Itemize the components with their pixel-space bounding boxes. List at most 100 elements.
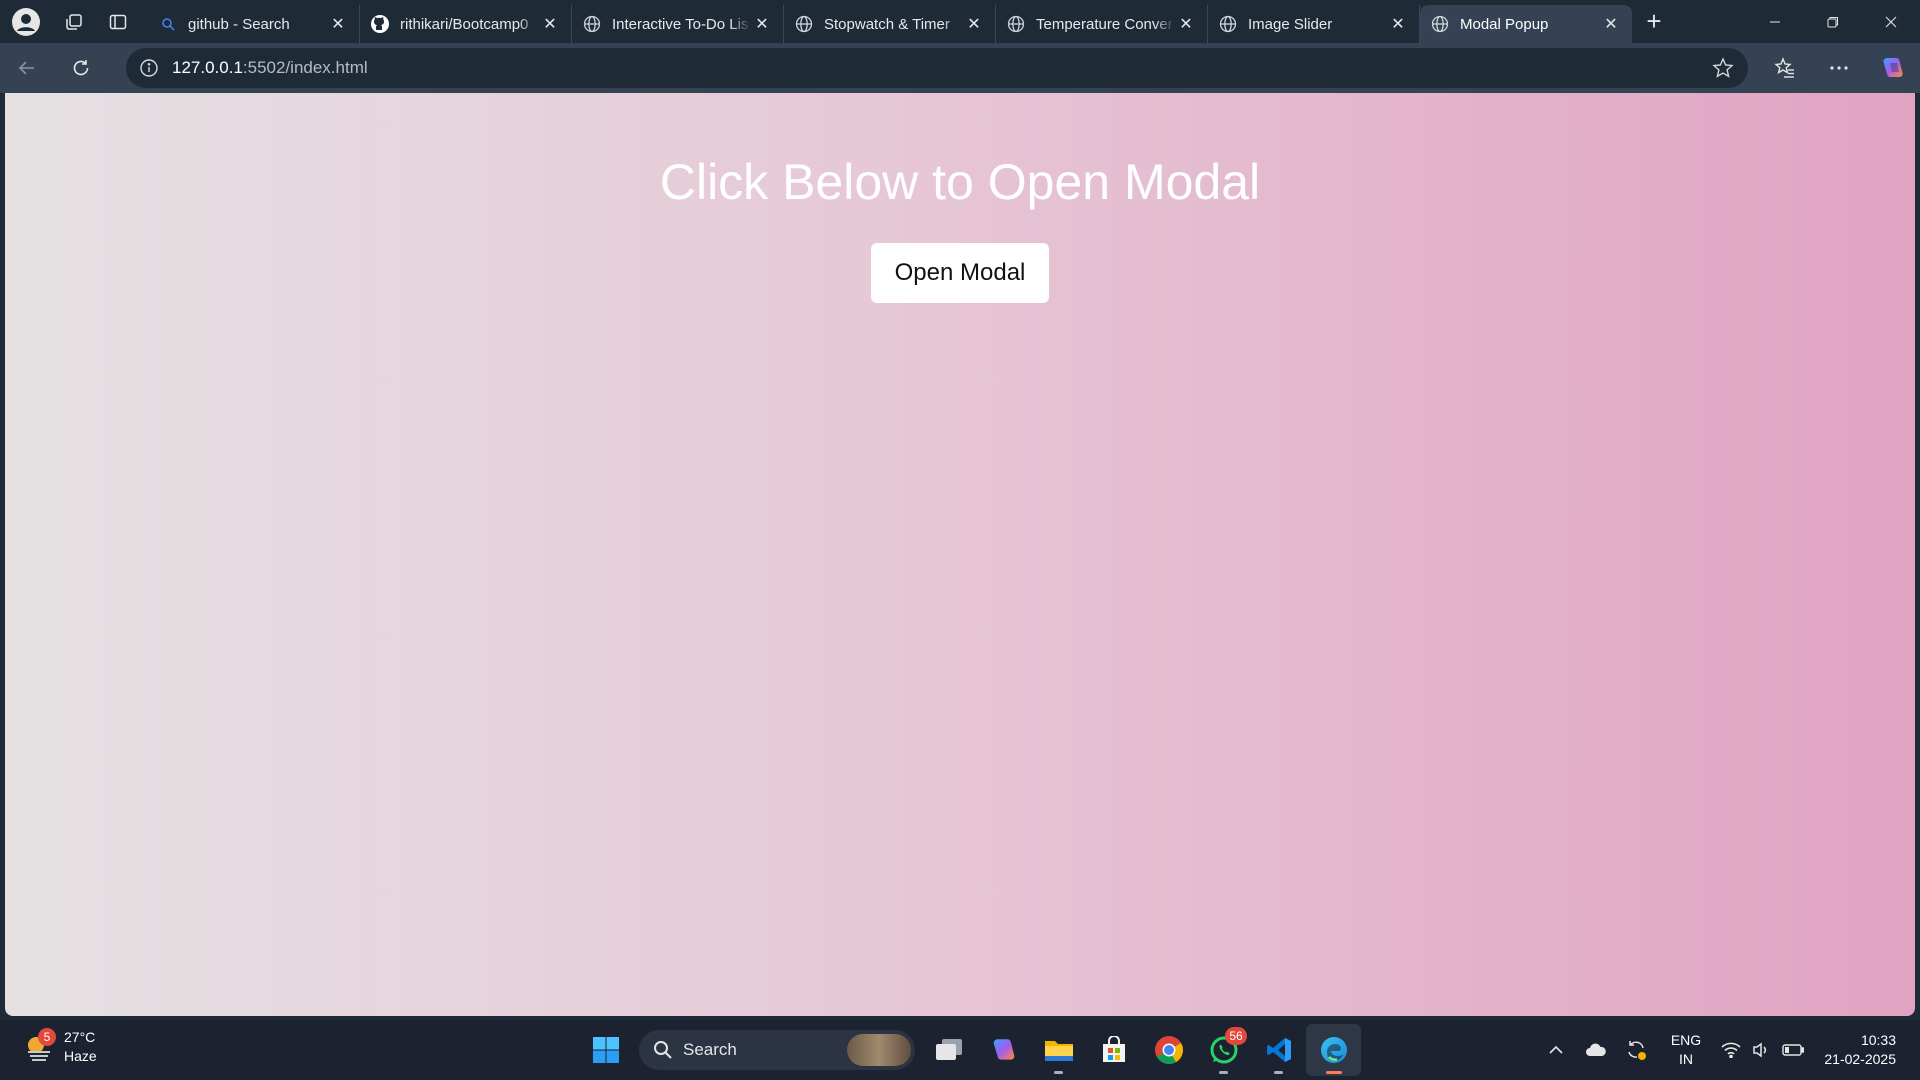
sync-button[interactable] xyxy=(1616,1020,1656,1080)
search-icon xyxy=(158,14,178,34)
copilot-app[interactable] xyxy=(976,1024,1031,1076)
weather-haze-icon: 5 xyxy=(22,1028,56,1064)
show-hidden-icons-button[interactable] xyxy=(1536,1020,1576,1080)
weather-widget[interactable]: 5 27°C Haze xyxy=(22,1028,97,1066)
url-host: 127.0.0.1 xyxy=(172,58,243,77)
tab-title: Modal Popup xyxy=(1460,15,1549,33)
profile-icon xyxy=(12,7,40,36)
weather-condition: Haze xyxy=(64,1048,97,1064)
back-button[interactable] xyxy=(0,43,54,93)
taskbar-apps: Search 56 xyxy=(578,1024,1361,1076)
close-window-button[interactable] xyxy=(1862,0,1920,43)
workspaces-button[interactable] xyxy=(52,0,96,43)
keyboard-region: IN xyxy=(1679,1051,1693,1067)
site-info-icon[interactable] xyxy=(126,48,172,88)
file-explorer-app[interactable] xyxy=(1031,1024,1086,1076)
globe-icon xyxy=(1218,14,1238,34)
restore-icon xyxy=(1827,16,1838,27)
minimize-button[interactable] xyxy=(1746,0,1804,43)
profile-button[interactable] xyxy=(0,0,52,43)
store-icon xyxy=(1102,1036,1125,1062)
tab-title: Stopwatch & Timer xyxy=(824,15,950,33)
close-tab-icon[interactable]: ✕ xyxy=(327,13,349,35)
close-tab-icon[interactable]: ✕ xyxy=(1387,13,1409,35)
url-text: 127.0.0.1:5502/index.html xyxy=(172,58,368,78)
workspaces-icon xyxy=(66,13,82,30)
tab-temperature[interactable]: Temperature Conver ✕ xyxy=(996,5,1208,43)
page-heading: Click Below to Open Modal xyxy=(659,154,1261,210)
search-label: Search xyxy=(683,1040,737,1059)
tab-title: Image Slider xyxy=(1248,15,1333,33)
chrome-app[interactable] xyxy=(1141,1024,1196,1076)
battery-icon xyxy=(1782,1044,1804,1056)
copilot-icon xyxy=(1883,58,1903,77)
tab-title: Interactive To-Do Lis xyxy=(612,15,749,33)
tab-image-slider[interactable]: Image Slider ✕ xyxy=(1208,5,1420,43)
windows-taskbar: 5 27°C Haze Search 56 ENG IN 10:33 21-02… xyxy=(0,1020,1920,1080)
sidebar-tabs-icon xyxy=(109,14,127,29)
vscode-icon xyxy=(1266,1038,1291,1062)
toolbar-right xyxy=(1758,43,1920,93)
browser-tab-strip: github - Search ✕ rithikari/Bootcamp0 ✕ … xyxy=(0,0,1920,43)
open-modal-button[interactable]: Open Modal xyxy=(871,243,1049,303)
close-tab-icon[interactable]: ✕ xyxy=(539,13,561,35)
page-viewport: Click Below to Open Modal Open Modal xyxy=(5,93,1915,1016)
battery-button[interactable] xyxy=(1776,1020,1810,1080)
back-arrow-icon xyxy=(18,61,34,75)
vscode-app[interactable] xyxy=(1251,1024,1306,1076)
restore-button[interactable] xyxy=(1804,0,1862,43)
tab-todo-list[interactable]: Interactive To-Do Lis ✕ xyxy=(572,5,784,43)
running-indicator xyxy=(1219,1071,1228,1074)
close-tab-icon[interactable]: ✕ xyxy=(751,13,773,35)
tab-title: rithikari/Bootcamp0 xyxy=(400,15,529,33)
active-indicator xyxy=(1326,1071,1342,1074)
store-app[interactable] xyxy=(1086,1024,1141,1076)
new-tab-button[interactable]: + xyxy=(1632,0,1676,43)
weather-temp: 27°C xyxy=(64,1029,96,1045)
whatsapp-app[interactable]: 56 xyxy=(1196,1024,1251,1076)
copilot-button[interactable] xyxy=(1866,43,1920,93)
close-icon xyxy=(1885,16,1897,27)
task-view-button[interactable] xyxy=(921,1024,976,1076)
start-button[interactable] xyxy=(578,1024,633,1076)
edge-app[interactable] xyxy=(1306,1024,1361,1076)
favorites-button[interactable] xyxy=(1758,43,1812,93)
settings-more-button[interactable] xyxy=(1812,43,1866,93)
windows-start-icon xyxy=(592,1037,619,1063)
close-tab-icon[interactable]: ✕ xyxy=(1175,13,1197,35)
clock-date: 21-02-2025 xyxy=(1824,1051,1896,1067)
globe-icon xyxy=(794,14,814,34)
close-tab-icon[interactable]: ✕ xyxy=(1600,13,1622,35)
running-indicator xyxy=(1054,1071,1063,1074)
plus-icon: + xyxy=(1646,6,1662,36)
whatsapp-unread-badge: 56 xyxy=(1225,1027,1247,1045)
refresh-button[interactable] xyxy=(54,43,108,93)
tab-github-search[interactable]: github - Search ✕ xyxy=(148,5,360,43)
language-indicator[interactable]: ENG IN xyxy=(1656,1031,1716,1069)
url-path: :5502/index.html xyxy=(242,58,368,77)
network-button[interactable] xyxy=(1716,1020,1746,1080)
tab-stopwatch[interactable]: Stopwatch & Timer ✕ xyxy=(784,5,996,43)
chrome-icon xyxy=(1154,1036,1183,1064)
clock[interactable]: 10:33 21-02-2025 xyxy=(1810,1031,1920,1069)
tab-github-repo[interactable]: rithikari/Bootcamp0 ✕ xyxy=(360,5,572,43)
browser-toolbar: 127.0.0.1:5502/index.html xyxy=(0,43,1920,93)
refresh-icon xyxy=(73,60,89,76)
tab-modal-popup[interactable]: Modal Popup ✕ xyxy=(1420,5,1632,43)
onedrive-button[interactable] xyxy=(1576,1020,1616,1080)
chevron-up-icon xyxy=(1549,1045,1563,1054)
vertical-tabs-button[interactable] xyxy=(96,0,140,43)
speaker-icon xyxy=(1753,1042,1767,1058)
address-bar[interactable]: 127.0.0.1:5502/index.html xyxy=(126,48,1748,88)
system-tray: ENG IN 10:33 21-02-2025 xyxy=(1536,1020,1920,1080)
minimize-icon xyxy=(1770,21,1780,22)
tab-title: Temperature Conver xyxy=(1036,15,1173,33)
globe-icon xyxy=(582,14,602,34)
volume-button[interactable] xyxy=(1746,1020,1776,1080)
favorite-star-icon[interactable] xyxy=(1712,57,1734,84)
cloud-icon xyxy=(1586,1043,1606,1056)
close-tab-icon[interactable]: ✕ xyxy=(963,13,985,35)
favorites-list-icon xyxy=(1774,57,1794,78)
taskbar-search[interactable]: Search xyxy=(639,1030,915,1070)
file-explorer-icon xyxy=(1044,1041,1073,1061)
